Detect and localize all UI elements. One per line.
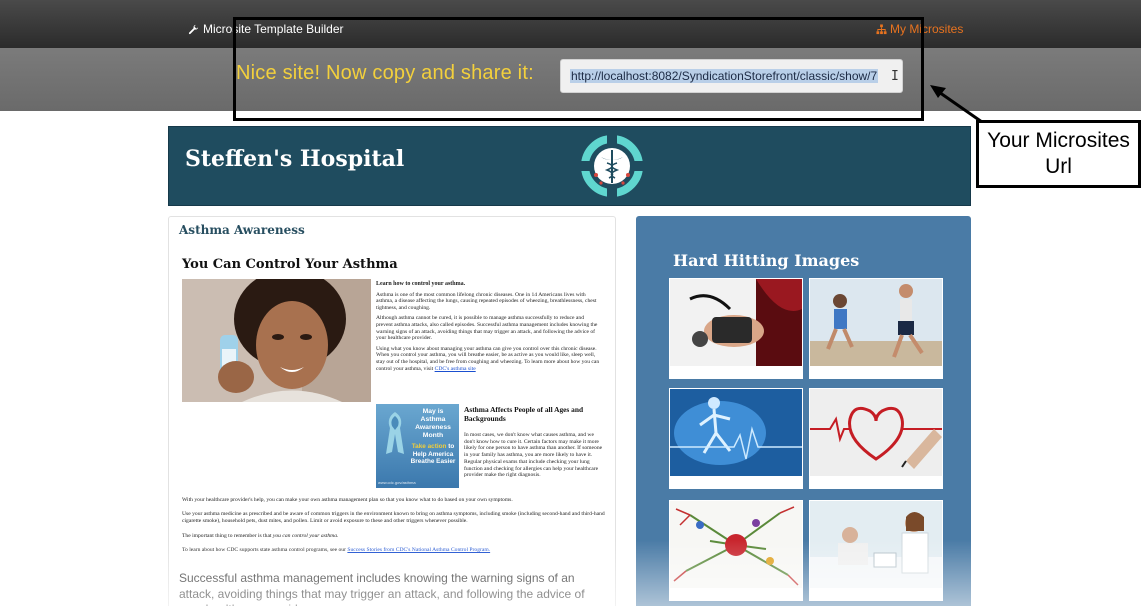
page: Microsite Template Builder My Microsites… xyxy=(0,0,1141,606)
emphasis-text: you can control your asthma. xyxy=(272,533,339,539)
paragraph-text: To learn about how CDC supports state as… xyxy=(182,547,346,553)
paragraph-text: The important thing to remember is that xyxy=(182,533,272,539)
caduceus-logo-icon xyxy=(581,135,643,197)
doctor-patient-image[interactable] xyxy=(809,500,943,601)
section2-body: In most cases, we don't know what causes… xyxy=(464,432,603,479)
heart-ecg-drawing-image[interactable] xyxy=(809,388,943,489)
summary-paragraph: Successful asthma management includes kn… xyxy=(179,571,585,606)
section1-heading: Learn how to control your asthma. xyxy=(376,281,466,287)
annotation-highlight-box xyxy=(233,17,924,121)
ribbon-icon xyxy=(386,412,404,454)
cdc-asthma-site-link[interactable]: CDC's asthma site xyxy=(435,366,476,372)
paragraph: With your healthcare provider's help, yo… xyxy=(182,497,513,503)
paragraph-text: Using what you know about managing your … xyxy=(376,345,600,372)
blood-pressure-image[interactable] xyxy=(669,278,803,379)
panel-title: Asthma Awareness xyxy=(179,223,305,237)
panel-title: Hard Hitting Images xyxy=(673,251,860,270)
annotation-label: Your Microsites Url xyxy=(976,120,1141,188)
poster-credit: www.cdc.gov/asthma xyxy=(378,480,416,485)
hospital-name: Steffen's Hospital xyxy=(185,146,405,172)
wrench-icon xyxy=(188,24,199,34)
article-title: You Can Control Your Asthma xyxy=(182,257,398,272)
poster-line2: Take action to Help America Breathe Easi… xyxy=(410,443,456,466)
runners-image[interactable] xyxy=(809,278,943,379)
section2-heading: Asthma Affects People of all Ages and Ba… xyxy=(464,405,584,423)
mind-map-image[interactable] xyxy=(669,500,803,601)
woman-with-inhaler-image xyxy=(182,279,371,402)
paragraph: Although asthma cannot be cured, it is p… xyxy=(376,315,598,342)
asthma-awareness-month-poster: May is Asthma Awareness Month Take actio… xyxy=(376,404,459,488)
xray-runner-image[interactable] xyxy=(669,388,803,489)
paragraph: Using what you know about managing your … xyxy=(376,346,602,372)
hard-hitting-images-panel: Hard Hitting Images xyxy=(636,216,971,606)
poster-line1: May is Asthma Awareness Month xyxy=(415,408,451,439)
paragraph: Use your asthma medicine as prescribed a… xyxy=(182,511,605,524)
paragraph: Asthma is one of the most common lifelon… xyxy=(376,291,597,311)
hospital-header: Steffen's Hospital xyxy=(168,126,971,206)
paragraph: To learn about how CDC supports state as… xyxy=(182,547,607,554)
success-stories-link[interactable]: Success Stories from CDC's National Asth… xyxy=(347,547,490,553)
paragraph: The important thing to remember is that … xyxy=(182,533,607,540)
asthma-awareness-panel: Asthma Awareness You Can Control Your As… xyxy=(168,216,616,606)
poster-highlight: Take action xyxy=(411,443,447,450)
article-section-1: Learn how to control your asthma. Asthma… xyxy=(376,281,602,372)
